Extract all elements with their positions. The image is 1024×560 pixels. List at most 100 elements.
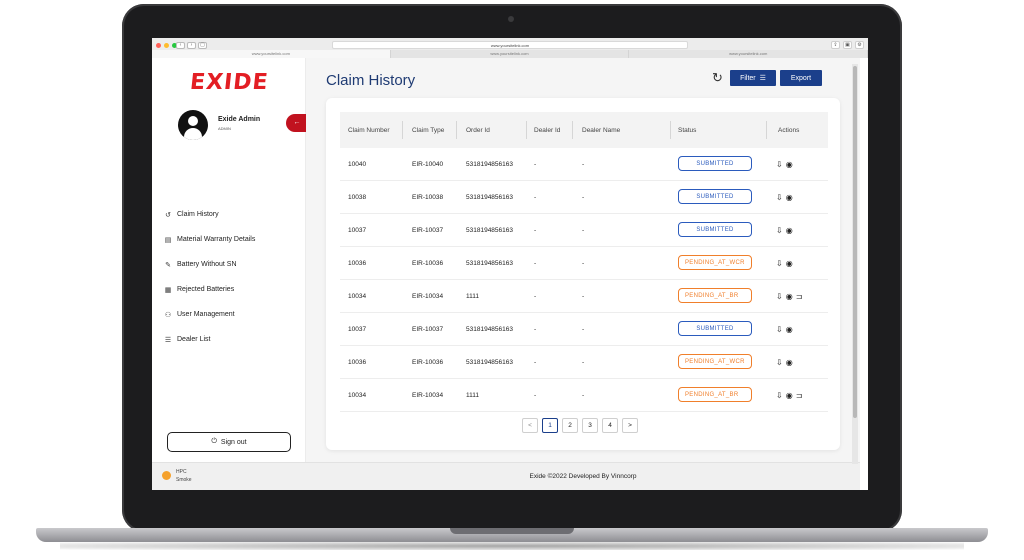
sidebar-item-label: Battery Without SN bbox=[177, 261, 237, 268]
view-icon[interactable]: ◉ bbox=[786, 160, 793, 169]
order-id-cell: 1111 bbox=[466, 293, 480, 300]
page-button[interactable]: 1 bbox=[542, 418, 558, 433]
view-icon[interactable]: ◉ bbox=[786, 358, 793, 367]
page-button[interactable]: 3 bbox=[582, 418, 598, 433]
sidebar-item-dealer-list[interactable]: ☰ Dealer List bbox=[164, 327, 255, 352]
sidebar-item-user-management[interactable]: ⚇ User Management bbox=[164, 302, 255, 327]
row-actions: ⇩ ◉ bbox=[776, 313, 793, 346]
row-actions: ⇩ ◉ bbox=[776, 181, 793, 214]
download-icon[interactable]: ⇩ bbox=[776, 391, 783, 400]
view-icon[interactable]: ◉ bbox=[786, 391, 793, 400]
dealer-id-cell: - bbox=[534, 260, 537, 267]
claim-number-cell: 10034 bbox=[348, 392, 367, 399]
order-id-cell: 1111 bbox=[466, 392, 480, 399]
next-page-button[interactable]: > bbox=[622, 418, 638, 433]
table-row[interactable]: 10036 EIR-10036 5318194856163 - - PENDING_AT_… bbox=[340, 346, 828, 379]
row-actions: ⇩ ◉ ⊐ bbox=[776, 379, 802, 412]
download-icon[interactable]: ⇩ bbox=[776, 160, 783, 169]
view-icon[interactable]: ◉ bbox=[786, 259, 793, 268]
sidebar-item-rejected-batteries[interactable]: ▦ Rejected Batteries bbox=[164, 277, 255, 302]
refresh-icon[interactable]: ↻ bbox=[712, 70, 723, 86]
download-icon[interactable]: ⇩ bbox=[776, 292, 783, 301]
sign-out-button[interactable]: ⏻ Sign out bbox=[167, 432, 291, 452]
dealer-name-cell: - bbox=[582, 161, 585, 168]
download-icon[interactable]: ⇩ bbox=[776, 325, 783, 334]
sidebar-menu: ↺ Claim History ▤ Material Warranty Deta… bbox=[164, 202, 256, 352]
table-row[interactable]: 10037 EIR-10037 5318194856163 - - SUBMITTED ⇩ ◉ bbox=[340, 313, 828, 346]
dealer-name-cell: - bbox=[582, 326, 585, 333]
view-icon[interactable]: ◉ bbox=[786, 292, 793, 301]
dealer-name-cell: - bbox=[582, 260, 585, 267]
return-icon[interactable]: ⊐ bbox=[796, 391, 803, 400]
column-header[interactable]: Actions bbox=[778, 112, 818, 148]
sidebar-item-claim-history[interactable]: ↺ Claim History bbox=[164, 202, 255, 227]
table-row[interactable]: 10040 EIR-10040 5318194856163 - - SUBMITTED ⇩ ◉ bbox=[340, 148, 828, 181]
browser-tab[interactable]: www.yoursitelink.com bbox=[629, 50, 868, 58]
filter-label: Filter bbox=[740, 74, 756, 82]
claim-type-cell: EIR-10037 bbox=[412, 227, 444, 234]
sidebar-item-battery-without-sn[interactable]: ✎ Battery Without SN bbox=[164, 252, 255, 277]
claim-number-cell: 10040 bbox=[348, 161, 367, 168]
dealer-id-cell: - bbox=[534, 194, 537, 201]
status-badge: PENDING_AT_WCR bbox=[678, 354, 752, 369]
order-id-cell: 5318194856163 bbox=[466, 227, 513, 234]
export-button[interactable]: Export bbox=[780, 70, 822, 86]
order-id-cell: 5318194856163 bbox=[466, 359, 513, 366]
browser-tab[interactable]: www.yoursitelink.com bbox=[390, 50, 630, 58]
prev-page-button[interactable]: < bbox=[522, 418, 538, 433]
status-badge: PENDING_AT_WCR bbox=[678, 255, 752, 270]
claims-table-card: Claim Number Claim Type Order Id Dealer … bbox=[326, 98, 840, 450]
forward-icon[interactable]: › bbox=[187, 42, 196, 49]
table-row[interactable]: 10034 EIR-10034 1111 - - PENDING_AT_BR ⇩ ◉ ⊐ bbox=[340, 379, 828, 412]
sidebar-item-label: Dealer List bbox=[177, 336, 211, 343]
tabs-icon[interactable]: ▣ bbox=[843, 41, 852, 49]
page-button[interactable]: 4 bbox=[602, 418, 618, 433]
return-icon[interactable]: ⊐ bbox=[796, 292, 803, 301]
url-bar[interactable]: www.yoursitelink.com bbox=[332, 41, 688, 49]
dealer-id-cell: - bbox=[534, 161, 537, 168]
settings-icon[interactable]: ⚙ bbox=[855, 41, 864, 49]
view-icon[interactable]: ◉ bbox=[786, 226, 793, 235]
share-icon[interactable]: ⇪ bbox=[831, 41, 840, 49]
download-icon[interactable]: ⇩ bbox=[776, 226, 783, 235]
table-row[interactable]: 10036 EIR-10036 5318194856163 - - PENDING_AT_… bbox=[340, 247, 828, 280]
laptop-shadow bbox=[60, 542, 964, 550]
column-header[interactable]: Order Id bbox=[466, 112, 526, 148]
column-header[interactable]: Claim Number bbox=[348, 112, 394, 148]
list-icon: ▦ bbox=[164, 286, 172, 294]
download-icon[interactable]: ⇩ bbox=[776, 193, 783, 202]
sidebar-item-material-warranty[interactable]: ▤ Material Warranty Details bbox=[164, 227, 256, 252]
claim-type-cell: EIR-10038 bbox=[412, 194, 444, 201]
column-header[interactable]: Claim Type bbox=[412, 112, 448, 148]
sidebar-toggle-icon[interactable]: ▢ bbox=[198, 42, 207, 49]
table-row[interactable]: 10038 EIR-10038 5318194856163 - - SUBMITTED ⇩ ◉ bbox=[340, 181, 828, 214]
column-header[interactable]: Status bbox=[678, 112, 748, 148]
page-button[interactable]: 2 bbox=[562, 418, 578, 433]
browser-tab[interactable]: www.yoursitelink.com bbox=[152, 50, 391, 58]
screen: ‹ › ▢ www.yoursitelink.com ⇪ ▣ ⚙ www.you… bbox=[152, 38, 868, 490]
download-icon[interactable]: ⇩ bbox=[776, 358, 783, 367]
sidebar-item-label: Rejected Batteries bbox=[177, 286, 235, 293]
edit-icon: ✎ bbox=[165, 261, 171, 269]
column-header[interactable]: Dealer Id bbox=[534, 112, 564, 148]
table-row[interactable]: 10037 EIR-10037 5318194856163 - - SUBMITTED ⇩ ◉ bbox=[340, 214, 828, 247]
main-content: Claim History ↻ Filter ☰ Export Claim Nu… bbox=[306, 58, 860, 490]
power-icon: ⏻ bbox=[211, 438, 217, 445]
column-header[interactable]: Dealer Name bbox=[582, 112, 652, 148]
collapse-sidebar-button[interactable]: ← bbox=[286, 114, 308, 132]
close-window-button[interactable] bbox=[156, 43, 161, 48]
menu-list-icon: ☰ bbox=[164, 336, 172, 344]
view-icon[interactable]: ◉ bbox=[786, 193, 793, 202]
minimize-window-button[interactable] bbox=[164, 43, 169, 48]
download-icon[interactable]: ⇩ bbox=[776, 259, 783, 268]
camera-icon bbox=[508, 16, 514, 22]
filter-button[interactable]: Filter ☰ bbox=[730, 70, 776, 86]
scrollbar-thumb[interactable] bbox=[853, 66, 857, 418]
claim-type-cell: EIR-10034 bbox=[412, 392, 444, 399]
order-id-cell: 5318194856163 bbox=[466, 260, 513, 267]
laptop-notch bbox=[450, 528, 574, 534]
table-row[interactable]: 10034 EIR-10034 1111 - - PENDING_AT_BR ⇩ ◉ ⊐ bbox=[340, 280, 828, 313]
dealer-name-cell: - bbox=[582, 194, 585, 201]
back-icon[interactable]: ‹ bbox=[176, 42, 185, 49]
view-icon[interactable]: ◉ bbox=[786, 325, 793, 334]
